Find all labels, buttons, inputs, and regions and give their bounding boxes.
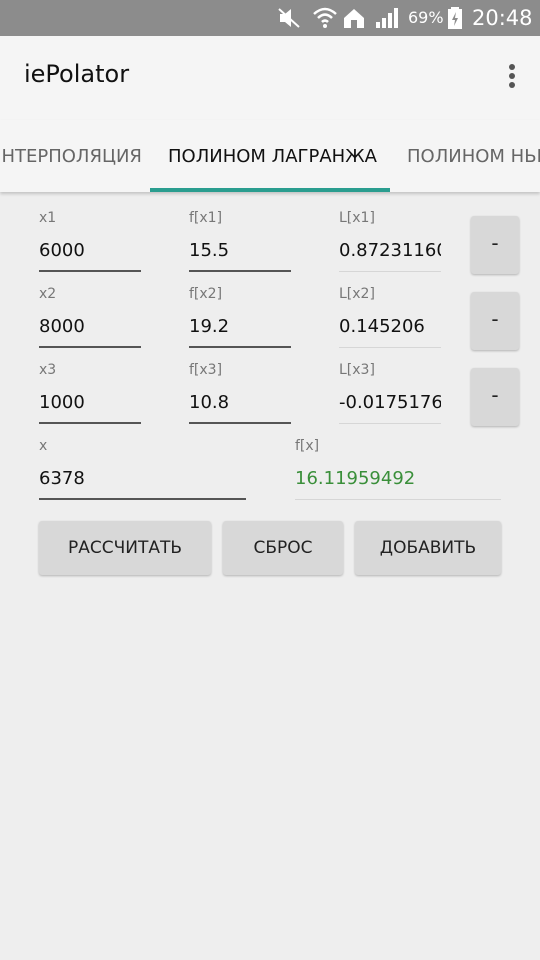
fx3-label: f[x3] xyxy=(189,362,223,378)
remove-row-2-button[interactable]: - xyxy=(471,292,519,350)
x3-label: x3 xyxy=(39,362,57,378)
x2-field[interactable]: 8000 xyxy=(39,308,141,348)
lx3-label: L[x3] xyxy=(339,362,375,378)
x-label: x xyxy=(39,438,48,454)
signal-icon xyxy=(374,0,402,36)
overflow-menu-icon[interactable] xyxy=(506,64,518,94)
tab-lagrange-polynomial[interactable]: ПОЛИНОМ ЛАГРАНЖА xyxy=(168,146,377,167)
remove-row-1-button[interactable]: - xyxy=(471,216,519,274)
calculate-button[interactable]: РАССЧИТАТЬ xyxy=(39,521,211,575)
lx2-value: 0.145206 xyxy=(339,308,441,348)
x1-label: x1 xyxy=(39,210,57,226)
app-title: iePolator xyxy=(24,60,130,88)
tab-bar: ИНТЕРПОЛЯЦИЯ ПОЛИНОМ ЛАГРАНЖА ПОЛИНОМ НЬ… xyxy=(0,120,540,192)
fx3-field[interactable]: 10.8 xyxy=(189,384,291,424)
battery-percent: 69% xyxy=(408,8,444,27)
fx2-field[interactable]: 19.2 xyxy=(189,308,291,348)
fx1-label: f[x1] xyxy=(189,210,223,226)
reset-button[interactable]: СБРОС xyxy=(223,521,343,575)
wifi-icon xyxy=(312,0,338,36)
status-bar: 69% 20:48 xyxy=(0,0,540,36)
mute-icon xyxy=(276,0,302,36)
x1-field[interactable]: 6000 xyxy=(39,232,141,272)
tab-newton-polynomial[interactable]: ПОЛИНОМ НЬЮТОНА xyxy=(407,146,540,167)
fx1-field[interactable]: 15.5 xyxy=(189,232,291,272)
tab-indicator xyxy=(150,188,390,192)
lx3-value: -0.0175176 xyxy=(339,384,441,424)
lx1-value: 0.872311600 xyxy=(339,232,441,272)
x3-field[interactable]: 1000 xyxy=(39,384,141,424)
home-icon xyxy=(342,0,366,36)
battery-charging-icon xyxy=(446,0,464,36)
x2-label: x2 xyxy=(39,286,57,302)
fx-result: 16.11959492 xyxy=(295,460,501,500)
lx2-label: L[x2] xyxy=(339,286,375,302)
add-button[interactable]: ДОБАВИТЬ xyxy=(355,521,501,575)
app-bar: iePolator xyxy=(0,36,540,120)
fx2-label: f[x2] xyxy=(189,286,223,302)
tab-interpolation[interactable]: ИНТЕРПОЛЯЦИЯ xyxy=(0,146,142,167)
lx1-label: L[x1] xyxy=(339,210,375,226)
x-query-field[interactable]: 6378 xyxy=(39,460,246,500)
fx-label: f[x] xyxy=(295,438,320,454)
clock: 20:48 xyxy=(472,6,533,30)
remove-row-3-button[interactable]: - xyxy=(471,368,519,426)
